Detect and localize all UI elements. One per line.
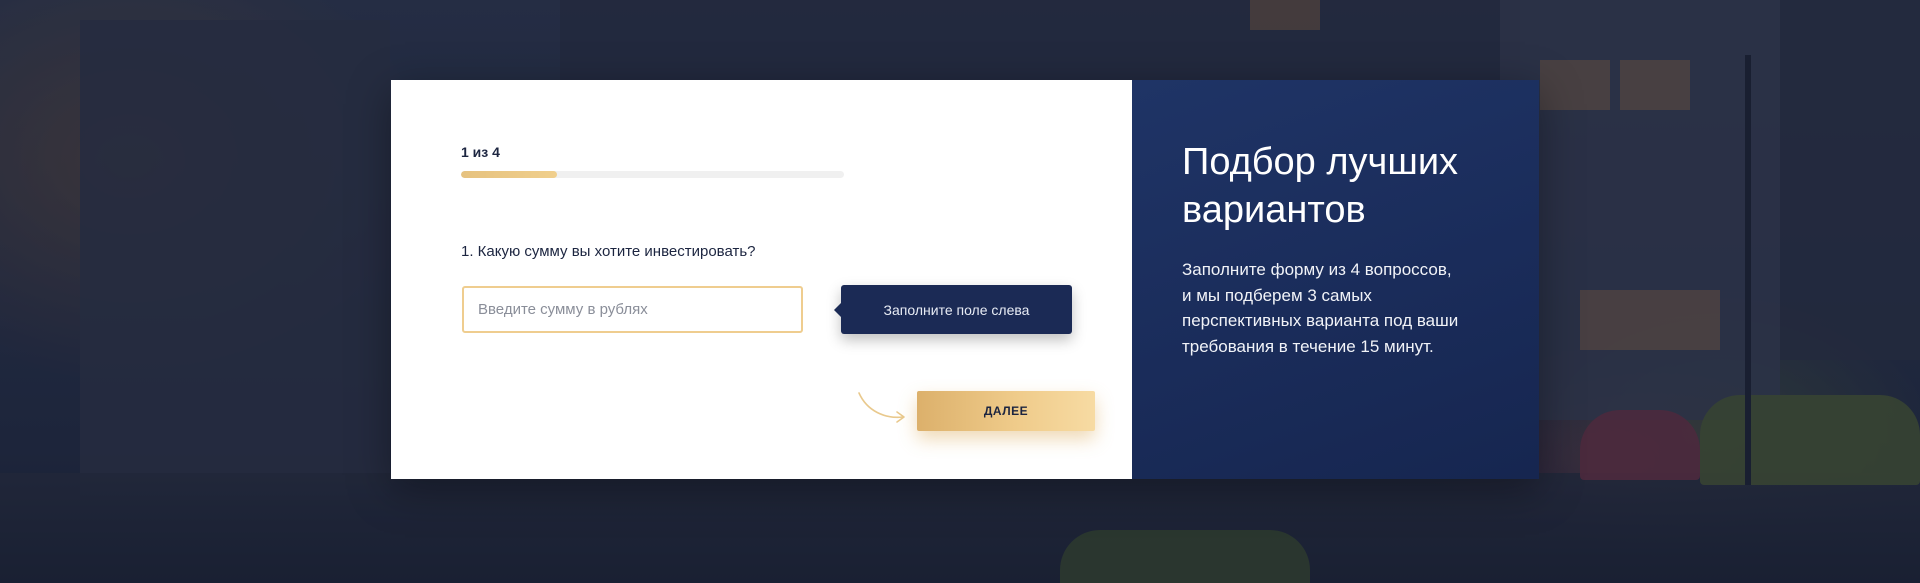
panel-title: Подбор лучших вариантов [1182, 138, 1522, 234]
panel-description-line: перспективных варианта под ваши [1182, 311, 1459, 330]
step-counter: 1 из 4 [461, 144, 500, 160]
amount-input[interactable] [462, 286, 803, 333]
question-label: 1. Какую сумму вы хотите инвестировать? [461, 243, 756, 260]
hint-tooltip-text: Заполните поле слева [883, 301, 1030, 318]
panel-description-line: Заполните форму из 4 вопроссов, [1182, 260, 1452, 279]
quiz-card: 1 из 4 1. Какую сумму вы хотите инвестир… [391, 80, 1539, 479]
panel-description-line: и мы подберем 3 самых [1182, 285, 1372, 305]
next-button[interactable]: ДАЛЕЕ [917, 391, 1095, 431]
panel-description: Заполните форму из 4 вопроссов, и мы под… [1182, 257, 1512, 359]
panel-title-line: Подбор лучших [1182, 141, 1459, 183]
panel-title-line: вариантов [1182, 189, 1366, 231]
curved-arrow-right-icon [858, 392, 905, 423]
hint-tooltip: Заполните поле слева [834, 285, 1072, 334]
info-panel: Подбор лучших вариантов Заполните форму … [1132, 80, 1539, 479]
progress-bar-fill [461, 171, 557, 178]
quiz-form-panel: 1 из 4 1. Какую сумму вы хотите инвестир… [391, 80, 1132, 479]
progress-bar [461, 171, 844, 178]
panel-description-line: требования в течение 15 минут. [1182, 336, 1434, 356]
